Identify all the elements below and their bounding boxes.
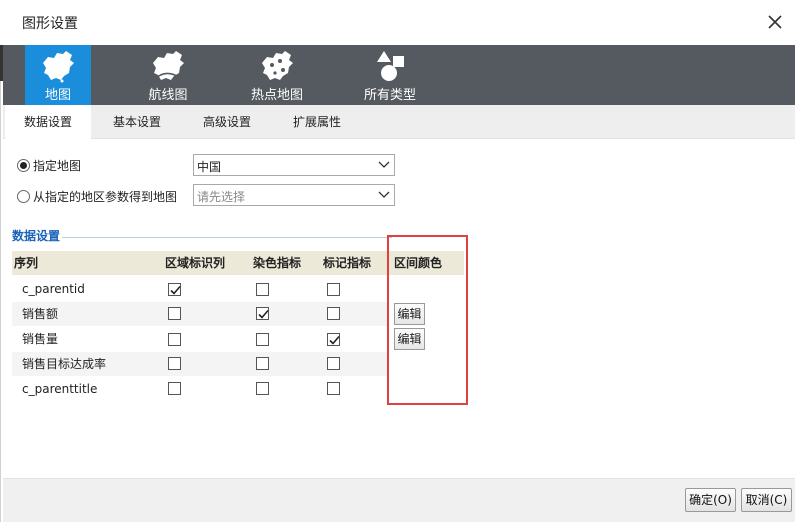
chart-type-label: 地图 bbox=[44, 88, 71, 103]
close-icon[interactable] bbox=[765, 12, 785, 32]
checkbox-color-index[interactable] bbox=[256, 357, 269, 370]
highlight-box bbox=[387, 235, 468, 405]
chart-type-label: 航线图 bbox=[148, 88, 188, 103]
checkbox-mark-index[interactable] bbox=[327, 333, 340, 346]
dialog-title: 图形设置 bbox=[22, 16, 78, 32]
chart-type-label: 所有类型 bbox=[363, 88, 416, 103]
checkbox-region-id[interactable] bbox=[168, 283, 181, 296]
chart-type-all[interactable]: 所有类型 bbox=[355, 45, 425, 105]
map-select-value: 中国 bbox=[197, 160, 222, 174]
checkbox-mark-index[interactable] bbox=[327, 382, 340, 395]
checkbox-region-id[interactable] bbox=[168, 333, 181, 346]
checkbox-mark-index[interactable] bbox=[327, 357, 340, 370]
radio-map-from-param[interactable]: 从指定的地区参数得到地图 bbox=[17, 186, 177, 206]
all-types-icon bbox=[377, 51, 404, 81]
chart-type-flight[interactable]: 航线图 bbox=[133, 45, 203, 105]
chart-type-map[interactable]: 地图 bbox=[25, 45, 91, 105]
china-map-icon bbox=[43, 51, 74, 83]
ok-button[interactable]: 确定(O) bbox=[685, 488, 736, 512]
param-select-placeholder: 请先选择 bbox=[197, 190, 246, 204]
column-header-region-id: 区域标识列 bbox=[165, 256, 226, 270]
tab-data-settings[interactable]: 数据设置 bbox=[5, 105, 91, 140]
radio-button[interactable] bbox=[17, 189, 30, 203]
checkbox-mark-index[interactable] bbox=[327, 283, 340, 296]
check-icon bbox=[329, 335, 340, 345]
checkbox-color-index[interactable] bbox=[256, 382, 269, 395]
section-title: 数据设置 bbox=[12, 229, 61, 243]
chart-type-heat[interactable]: 热点地图 bbox=[243, 45, 311, 105]
checkbox-region-id[interactable] bbox=[168, 357, 181, 370]
series-name: 销售额 bbox=[22, 307, 59, 321]
radio-label: 指定地图 bbox=[33, 158, 82, 173]
radio-button[interactable] bbox=[17, 158, 30, 172]
map-select[interactable]: 中国 bbox=[193, 154, 395, 176]
radio-specified-map[interactable]: 指定地图 bbox=[17, 155, 81, 175]
dialog-footer bbox=[3, 478, 795, 522]
series-name: 销售目标达成率 bbox=[22, 357, 107, 371]
checkbox-color-index[interactable] bbox=[256, 283, 269, 296]
flight-map-icon bbox=[153, 51, 184, 80]
chevron-down-icon bbox=[378, 191, 390, 198]
chart-type-bar: 地图 航线图 热点地图 所有类型 bbox=[3, 45, 795, 105]
checkbox-region-id[interactable] bbox=[168, 307, 181, 320]
series-name: c_parenttitle bbox=[22, 382, 98, 396]
chart-type-label: 热点地图 bbox=[250, 88, 303, 103]
checkbox-color-index[interactable] bbox=[256, 333, 269, 346]
tab-advanced-settings[interactable]: 高级设置 bbox=[189, 105, 265, 139]
chevron-down-icon bbox=[378, 161, 390, 168]
section-divider bbox=[62, 237, 392, 238]
checkbox-region-id[interactable] bbox=[168, 382, 181, 395]
checkbox-color-index[interactable] bbox=[256, 307, 269, 320]
tab-basic-settings[interactable]: 基本设置 bbox=[99, 105, 175, 139]
series-name: 销售量 bbox=[22, 332, 59, 346]
tab-extended-properties[interactable]: 扩展属性 bbox=[279, 105, 355, 139]
cancel-button[interactable]: 取消(C) bbox=[741, 488, 792, 512]
radio-label: 从指定的地区参数得到地图 bbox=[33, 189, 178, 204]
checkbox-mark-index[interactable] bbox=[327, 307, 340, 320]
column-header-series: 序列 bbox=[14, 256, 39, 270]
column-header-color-index: 染色指标 bbox=[253, 256, 302, 270]
series-name: c_parentid bbox=[22, 282, 85, 296]
settings-tabs: 数据设置 基本设置 高级设置 扩展属性 bbox=[3, 105, 795, 140]
heat-map-icon bbox=[262, 51, 293, 80]
param-select[interactable]: 请先选择 bbox=[193, 184, 395, 206]
dialog-titlebar: 图形设置 bbox=[0, 0, 795, 45]
check-icon bbox=[170, 285, 181, 295]
column-header-mark-index: 标记指标 bbox=[323, 256, 372, 270]
check-icon bbox=[258, 309, 269, 319]
